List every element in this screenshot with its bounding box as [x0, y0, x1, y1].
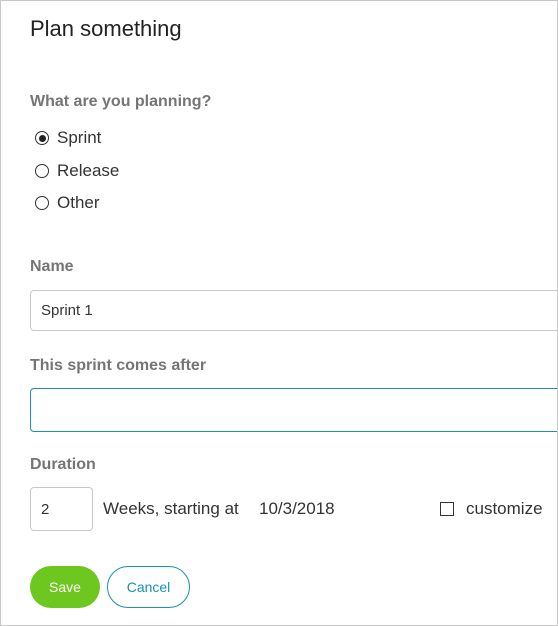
planning-label: What are you planning?: [30, 93, 212, 110]
dialog-title: Plan something: [30, 16, 182, 41]
radio-button-checked[interactable]: [35, 131, 49, 145]
radio-label: Sprint: [57, 128, 102, 147]
duration-input[interactable]: [30, 487, 93, 531]
comes-after-label: This sprint comes after: [30, 357, 207, 374]
radio-button[interactable]: [35, 196, 49, 210]
name-input[interactable]: [30, 290, 557, 331]
duration-unit-text: Weeks, starting at: [103, 499, 239, 518]
radio-option-release[interactable]: Release: [35, 161, 119, 181]
plan-dialog: Plan something What are you planning? Sp…: [0, 0, 558, 626]
duration-label: Duration: [30, 456, 96, 473]
name-label: Name: [30, 258, 74, 275]
radio-button[interactable]: [35, 164, 49, 178]
comes-after-input[interactable]: [30, 388, 557, 432]
save-button[interactable]: Save: [30, 566, 100, 608]
radio-label: Release: [57, 161, 120, 180]
customize-checkbox[interactable]: [440, 502, 454, 516]
radio-option-sprint[interactable]: Sprint: [35, 128, 101, 148]
start-date[interactable]: 10/3/2018: [259, 499, 335, 519]
radio-option-other[interactable]: Other: [35, 193, 100, 213]
cancel-button[interactable]: Cancel: [107, 566, 190, 608]
radio-label: Other: [57, 193, 100, 212]
customize-label[interactable]: customize: [466, 499, 543, 519]
